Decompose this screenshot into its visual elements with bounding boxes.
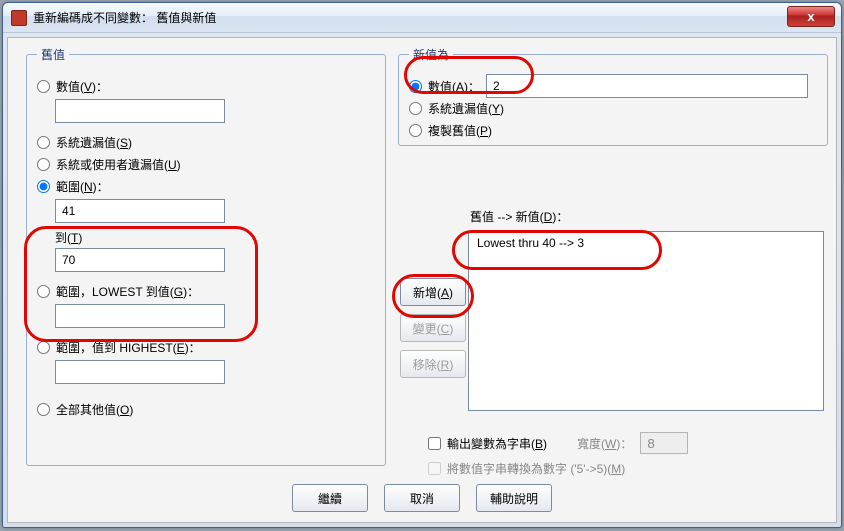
input-range-low[interactable] (55, 304, 225, 328)
radio-new-sysmis[interactable] (409, 102, 422, 115)
label-new-copy: 複製舊值(P) (428, 122, 492, 139)
label-old-all-other: 全部其他值(O) (56, 401, 133, 418)
input-old-value[interactable] (55, 99, 225, 123)
mapping-area: 舊值 --> 新值(D)： Lowest thru 40 --> 3 (468, 208, 824, 411)
fieldset-old-value: 舊值 數值(V)： 系統遺漏值(S) 系統或使用者遺漏值(U) 範圍(N)： 到… (26, 46, 386, 466)
checkbox-convert-numeric (428, 462, 441, 475)
close-button[interactable]: x (787, 6, 835, 27)
dialog-recode-values: 重新編碼成不同變數： 舊值與新值 x 舊值 數值(V)： 系統遺漏值(S) 系統… (2, 2, 842, 528)
radio-old-value[interactable] (37, 80, 50, 93)
radio-new-value[interactable] (409, 80, 422, 93)
output-options: 輸出變數為字串(B) 寬度(W)： 將數值字串轉換為數字 ('5'->5)(M) (428, 426, 828, 483)
label-mapping: 舊值 --> 新值(D)： (470, 208, 824, 225)
label-new-value: 數值(A)： (428, 78, 480, 95)
label-old-usermis: 系統或使用者遺漏值(U) (56, 156, 181, 173)
label-range-to: 到(T) (55, 229, 375, 246)
label-convert-numeric: 將數值字串轉換為數字 ('5'->5)(M) (447, 460, 625, 477)
radio-old-range-high[interactable] (37, 341, 50, 354)
client-area: 舊值 數值(V)： 系統遺漏值(S) 系統或使用者遺漏值(U) 範圍(N)： 到… (7, 37, 837, 523)
legend-new: 新值為 (409, 46, 453, 63)
legend-old: 舊值 (37, 46, 69, 63)
label-width: 寬度(W)： (577, 435, 632, 452)
label-old-range-high: 範圍，值到 HIGHEST(E)： (56, 339, 201, 356)
titlebar: 重新編碼成不同變數： 舊值與新值 x (3, 3, 841, 33)
label-output-string: 輸出變數為字串(B) (447, 435, 547, 452)
cancel-button[interactable]: 取消 (384, 484, 460, 512)
label-old-range-low: 範圍，LOWEST 到值(G)： (56, 283, 199, 300)
radio-old-range[interactable] (37, 180, 50, 193)
window-title: 重新編碼成不同變數： 舊值與新值 (33, 9, 216, 26)
input-range-from[interactable] (55, 199, 225, 223)
list-item[interactable]: Lowest thru 40 --> 3 (473, 234, 819, 252)
mapping-buttons: 新增(A) 變更(C) 移除(R) (400, 278, 470, 386)
app-icon (11, 10, 27, 26)
dialog-buttons: 繼續 取消 輔助說明 (8, 484, 836, 512)
listbox-mappings[interactable]: Lowest thru 40 --> 3 (468, 231, 824, 411)
input-new-value[interactable] (486, 74, 808, 98)
label-old-value: 數值(V)： (56, 78, 108, 95)
continue-button[interactable]: 繼續 (292, 484, 368, 512)
input-range-to[interactable] (55, 248, 225, 272)
label-new-sysmis: 系統遺漏值(Y) (428, 100, 504, 117)
label-old-range: 範圍(N)： (56, 178, 109, 195)
help-button[interactable]: 輔助說明 (476, 484, 552, 512)
label-old-sysmis: 系統遺漏值(S) (56, 134, 132, 151)
fieldset-new-value: 新值為 數值(A)： 系統遺漏值(Y) 複製舊值(P) (398, 46, 828, 146)
radio-old-sysmis[interactable] (37, 136, 50, 149)
checkbox-output-string[interactable] (428, 437, 441, 450)
input-width (640, 432, 688, 454)
radio-old-all-other[interactable] (37, 403, 50, 416)
remove-button: 移除(R) (400, 350, 466, 378)
input-range-high[interactable] (55, 360, 225, 384)
add-button[interactable]: 新增(A) (400, 278, 466, 306)
radio-new-copy[interactable] (409, 124, 422, 137)
change-button: 變更(C) (400, 314, 466, 342)
radio-old-range-low[interactable] (37, 285, 50, 298)
radio-old-usermis[interactable] (37, 158, 50, 171)
